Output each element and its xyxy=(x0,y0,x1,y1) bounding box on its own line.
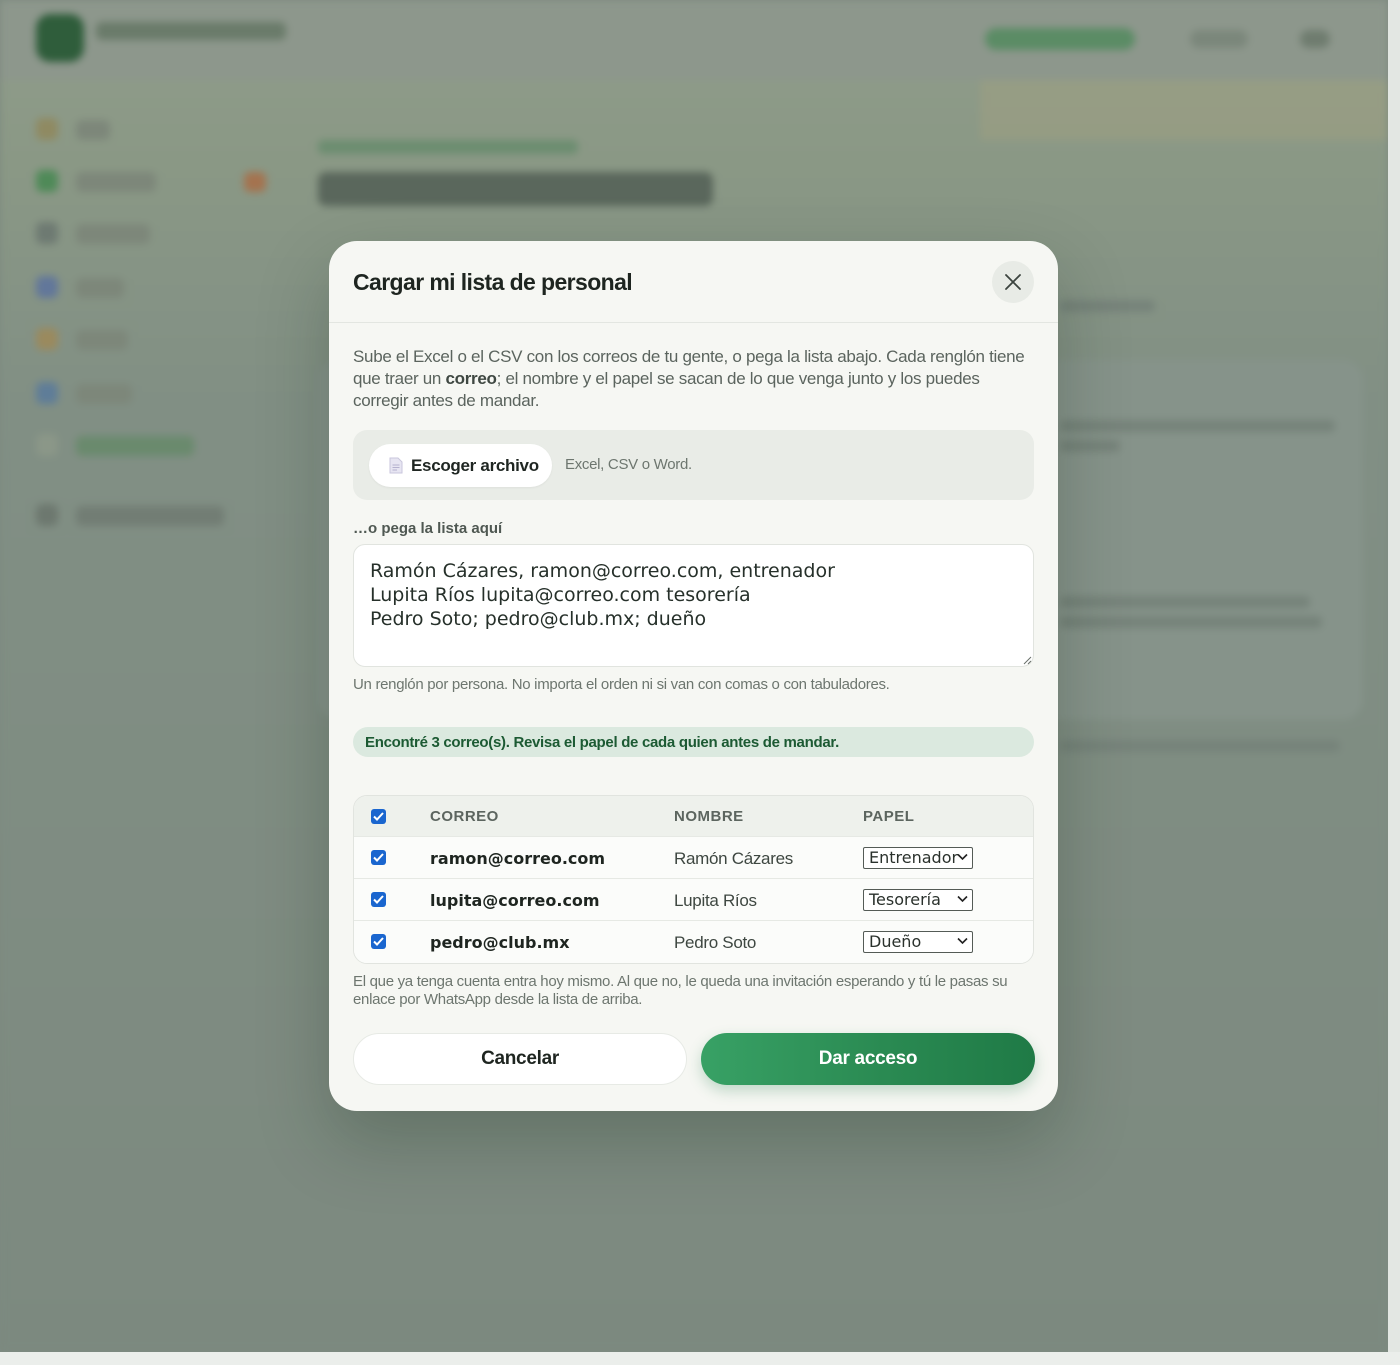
file-upload-area: Escoger archivo Excel, CSV o Word. xyxy=(353,430,1034,500)
close-icon xyxy=(1005,274,1021,290)
bg-breadcrumb xyxy=(318,140,578,154)
row-email: lupita@correo.com xyxy=(430,891,600,910)
recipients-table: CORREO NOMBRE PAPEL ramon@correo.com Ram… xyxy=(353,795,1034,964)
bg-sidebar-item xyxy=(76,506,224,526)
column-header-email: CORREO xyxy=(430,808,499,825)
role-select[interactable]: Entrenador xyxy=(863,847,973,869)
row-name: Ramón Cázares xyxy=(674,849,793,868)
bg-sidebar-icon xyxy=(36,328,58,350)
paste-hint: Un renglón por persona. No importa el or… xyxy=(353,676,890,693)
document-icon xyxy=(389,457,403,474)
row-email: ramon@correo.com xyxy=(430,849,606,868)
window-edge xyxy=(1388,0,1400,1352)
bg-sidebar-icon xyxy=(36,276,58,298)
chevron-down-icon xyxy=(957,937,968,945)
app-brand xyxy=(96,22,286,40)
choose-file-label: Escoger archivo xyxy=(411,455,539,475)
bg-sidebar-item xyxy=(76,172,156,192)
bg-text-line xyxy=(1060,420,1335,432)
table-row: ramon@correo.com Ramón Cázares Entrenado… xyxy=(354,837,1033,879)
bg-sidebar-icon xyxy=(36,170,58,192)
choose-file-button[interactable]: Escoger archivo xyxy=(369,444,552,487)
role-select-value: Dueño xyxy=(869,932,922,951)
bg-topbar xyxy=(0,0,1388,80)
bg-sidebar-icon xyxy=(36,504,58,526)
check-icon xyxy=(373,853,384,862)
bg-text-line xyxy=(1060,740,1340,752)
chevron-down-icon xyxy=(957,853,968,861)
row-name: Lupita Ríos xyxy=(674,891,757,910)
bg-sidebar-item xyxy=(76,224,150,244)
upload-staff-modal: Cargar mi lista de personal Sube el Exce… xyxy=(329,241,1058,1111)
app-logo xyxy=(36,14,84,62)
bg-avatar xyxy=(1300,30,1330,48)
role-select[interactable]: Tesorería xyxy=(863,889,973,911)
bg-sidebar-icon xyxy=(36,118,58,140)
bg-text-line xyxy=(1060,616,1322,628)
check-icon xyxy=(373,937,384,946)
bg-sidebar-item xyxy=(76,120,110,140)
bg-text-line xyxy=(1060,300,1155,312)
table-header-row: CORREO NOMBRE PAPEL xyxy=(354,796,1033,837)
row-name: Pedro Soto xyxy=(674,933,757,952)
column-header-role: PAPEL xyxy=(863,808,915,825)
file-types-hint: Excel, CSV o Word. xyxy=(565,456,692,473)
close-button[interactable] xyxy=(992,261,1034,303)
bg-sidebar-icon xyxy=(36,382,58,404)
bg-nav-pill xyxy=(985,28,1135,50)
table-row: pedro@club.mx Pedro Soto Dueño xyxy=(354,921,1033,963)
row-checkbox[interactable] xyxy=(371,850,386,865)
bg-sidebar-icon xyxy=(36,222,58,244)
row-checkbox[interactable] xyxy=(371,934,386,949)
modal-header: Cargar mi lista de personal xyxy=(329,241,1058,323)
paste-list-textarea[interactable] xyxy=(353,544,1034,667)
bg-sidebar-item xyxy=(76,384,132,404)
bg-sidebar-badge xyxy=(244,172,266,192)
modal-title: Cargar mi lista de personal xyxy=(353,269,633,295)
row-email: pedro@club.mx xyxy=(430,933,570,952)
bg-nav-pill xyxy=(1190,30,1248,48)
bg-text-line xyxy=(1060,440,1120,452)
resize-grip-icon[interactable] xyxy=(1023,656,1032,665)
bg-highlight xyxy=(980,80,1388,140)
role-select-value: Entrenador xyxy=(869,848,959,867)
modal-description: Sube el Excel o el CSV con los correos d… xyxy=(353,347,1025,410)
invitation-footnote: El que ya tenga cuenta entra hoy mismo. … xyxy=(353,973,1008,1008)
bg-page-title xyxy=(318,172,713,206)
window-edge xyxy=(0,1352,1400,1365)
table-row: lupita@correo.com Lupita Ríos Tesorería xyxy=(354,879,1033,921)
paste-label: …o pega la lista aquí xyxy=(353,520,503,537)
role-select[interactable]: Dueño xyxy=(863,931,973,953)
row-checkbox[interactable] xyxy=(371,892,386,907)
bg-sidebar-item xyxy=(76,278,124,298)
role-select-value: Tesorería xyxy=(869,890,941,909)
found-emails-banner: Encontré 3 correo(s). Revisa el papel de… xyxy=(353,727,1034,757)
select-all-checkbox[interactable] xyxy=(371,809,386,824)
cancel-button[interactable]: Cancelar xyxy=(353,1033,687,1085)
bg-sidebar-item xyxy=(76,330,128,350)
bg-sidebar-item xyxy=(76,436,194,456)
check-icon xyxy=(373,812,384,821)
bg-text-line xyxy=(1060,596,1310,608)
check-icon xyxy=(373,895,384,904)
bg-sidebar-icon xyxy=(36,434,58,456)
chevron-down-icon xyxy=(957,895,968,903)
grant-access-button[interactable]: Dar acceso xyxy=(701,1033,1035,1085)
column-header-name: NOMBRE xyxy=(674,808,744,825)
